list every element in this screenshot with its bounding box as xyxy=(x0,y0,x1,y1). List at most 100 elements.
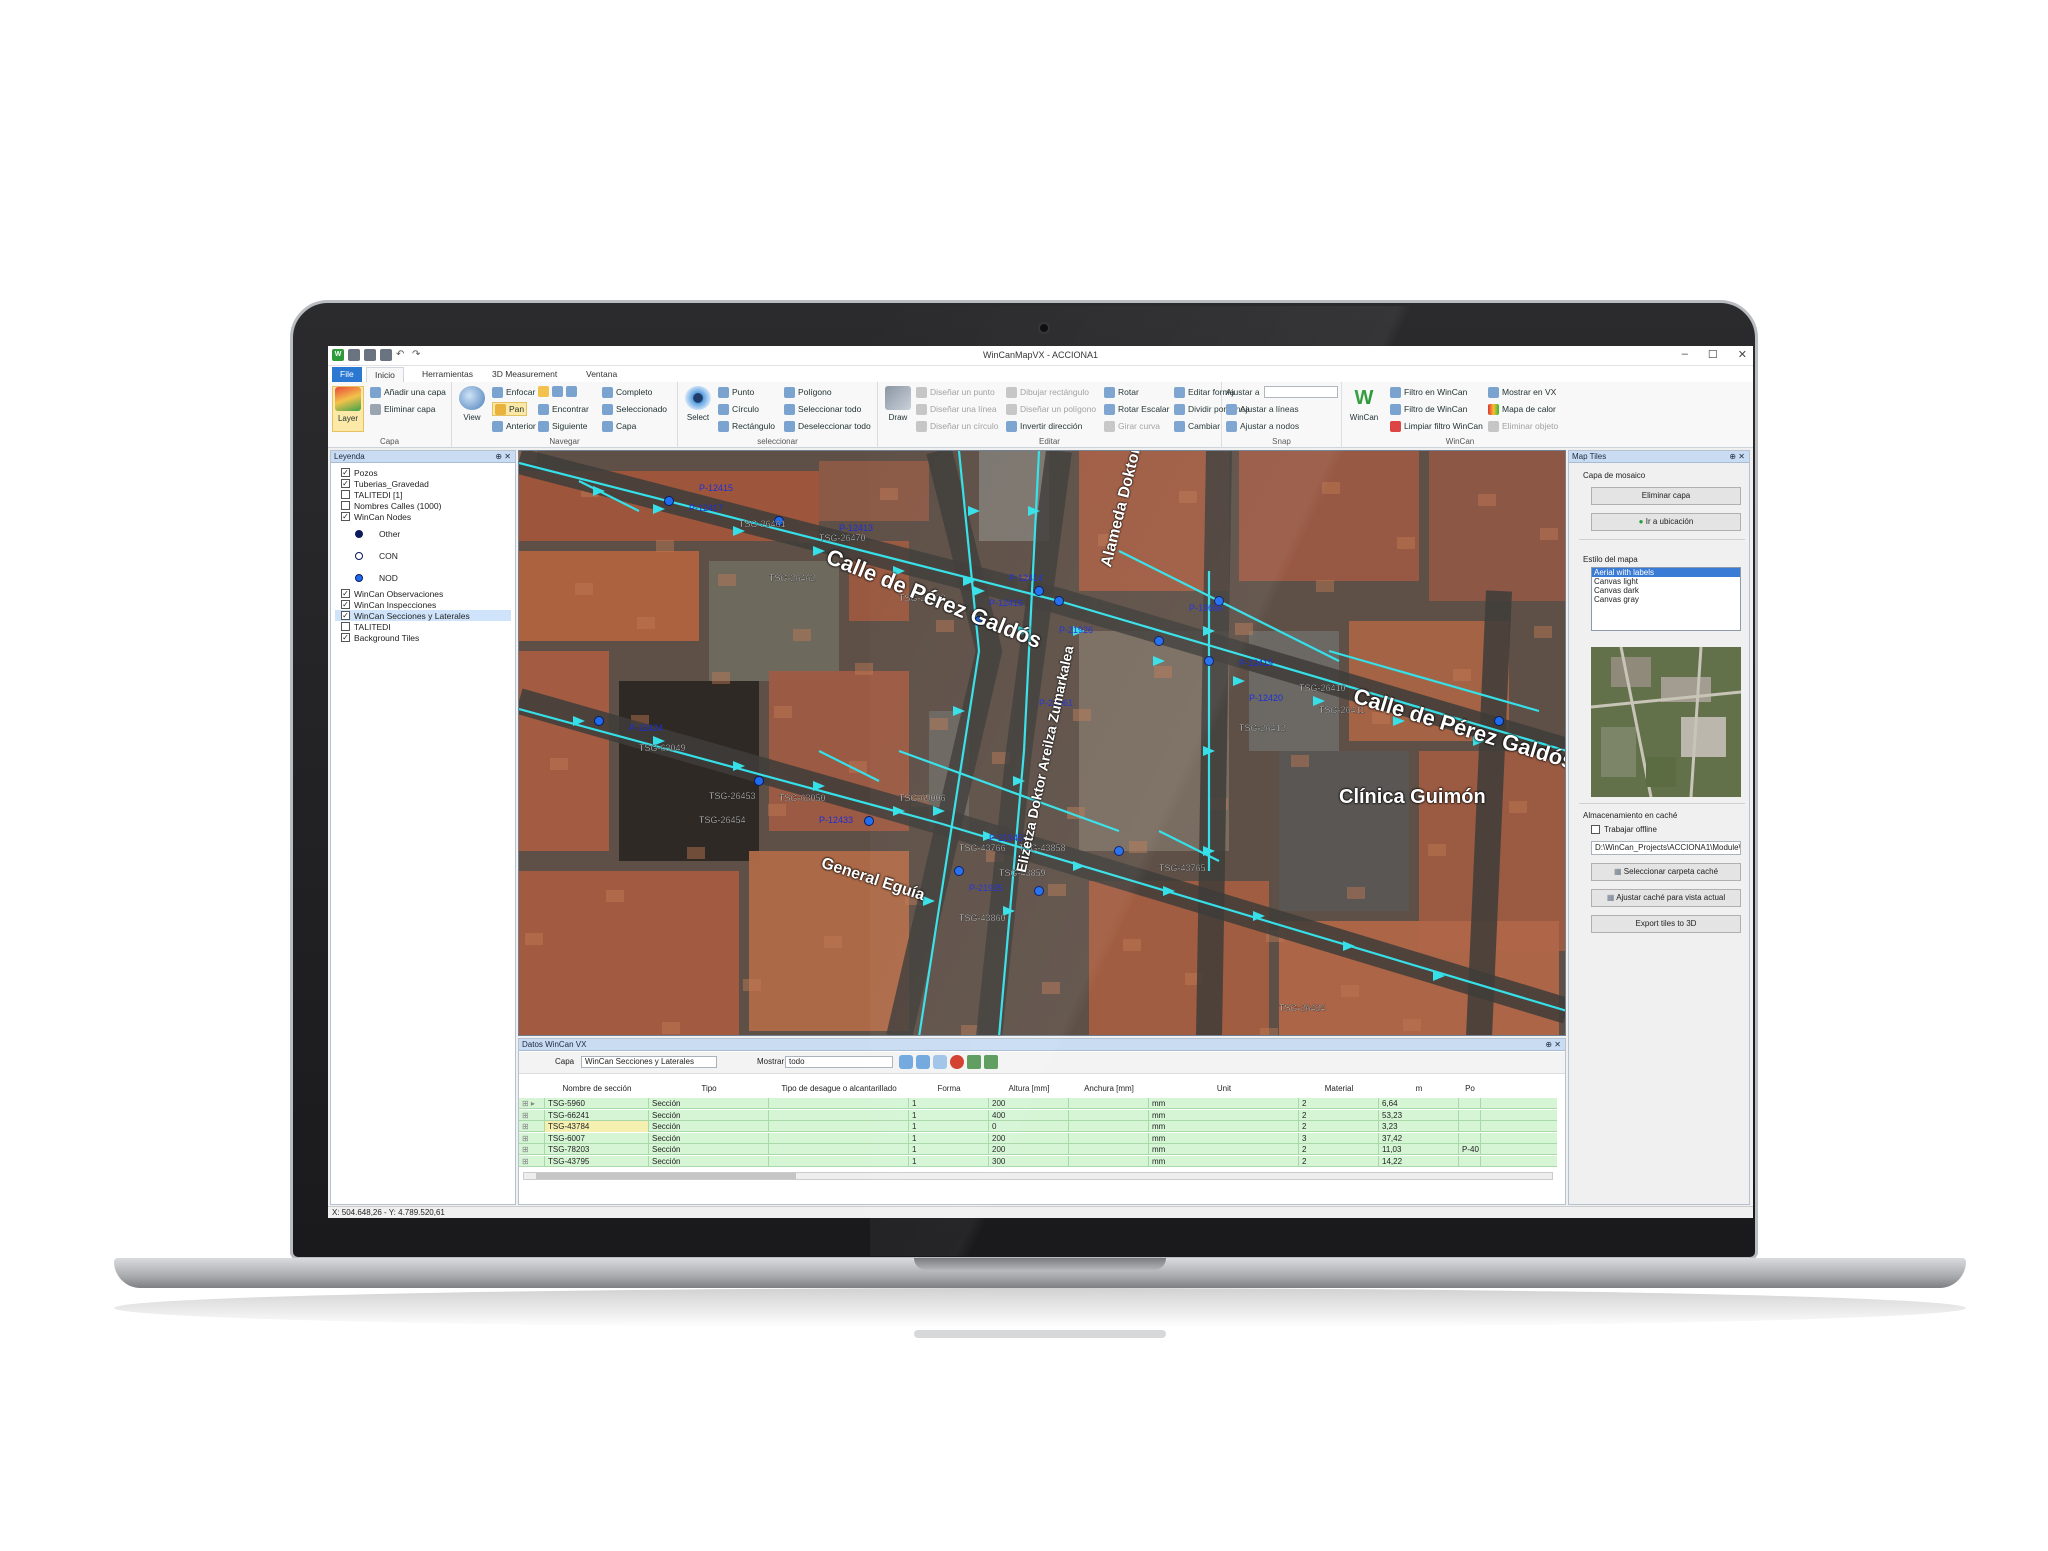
horizontal-scrollbar[interactable] xyxy=(523,1172,1553,1180)
legend-item[interactable]: ✓ Background Tiles xyxy=(341,632,419,643)
legend-checkbox[interactable]: ✓ xyxy=(341,589,350,598)
legend-item[interactable]: ✓ Pozos xyxy=(341,467,378,478)
circulo-button[interactable]: Círculo xyxy=(718,402,759,416)
legend-item[interactable]: ✓ WinCan Observaciones xyxy=(341,588,443,599)
map-view[interactable]: TSG-26461 TSG-26462 TSG-26463 TSG-43858 TSG-… xyxy=(518,450,1566,1036)
column-header[interactable]: Material xyxy=(1299,1084,1379,1096)
legend-item[interactable]: ✓ WinCan Inspecciones xyxy=(341,599,436,610)
table-row[interactable]: ⊞ TSG-43795 Sección 1 300 mm 2 14,22 xyxy=(519,1155,1557,1167)
legend-checkbox[interactable]: ✓ xyxy=(341,468,350,477)
table-icon[interactable] xyxy=(967,1055,981,1069)
highlight-icon[interactable] xyxy=(933,1055,947,1069)
table-row[interactable]: ⊞ TSG-78203 Sección 1 200 mm 2 11,03 P-40 xyxy=(519,1144,1557,1155)
legend-item[interactable]: ✓ WinCan Nodes xyxy=(341,511,411,522)
map-style-option[interactable]: Canvas light xyxy=(1592,577,1740,586)
grid-export-icon[interactable] xyxy=(984,1055,998,1069)
zoom-tools[interactable] xyxy=(538,384,577,398)
mapa-calor-button[interactable]: Mapa de calor xyxy=(1488,402,1556,416)
wincan-button[interactable]: W WinCan xyxy=(1348,386,1380,432)
remove-layer-button[interactable]: Eliminar capa xyxy=(370,402,436,416)
scrollbar-thumb[interactable] xyxy=(536,1173,796,1179)
row-expander-icon[interactable]: ⊞ xyxy=(519,1132,545,1144)
limpiar-filtro-button[interactable]: Limpiar filtro WinCan xyxy=(1390,419,1483,433)
legend-item[interactable]: TALITEDI [1] xyxy=(341,489,403,500)
ir-ubicacion-button[interactable]: ● Ir a ubicación xyxy=(1591,513,1741,531)
minimize-button[interactable]: – xyxy=(1682,348,1688,361)
seleccionar-carpeta-button[interactable]: ▦ Seleccionar carpeta caché xyxy=(1591,863,1741,881)
row-expander-icon[interactable]: ⊞ xyxy=(519,1121,545,1132)
legend-item[interactable]: Other xyxy=(355,528,400,539)
row-expander-icon[interactable]: ⊞ xyxy=(519,1109,545,1121)
row-expander-icon[interactable]: ⊞ xyxy=(519,1155,545,1167)
offline-checkbox[interactable] xyxy=(1591,825,1600,834)
zoom-to-icon[interactable] xyxy=(916,1055,930,1069)
filtro-de-wincan-button[interactable]: Filtro de WinCan xyxy=(1390,402,1467,416)
enfocar-button[interactable]: Enfocar xyxy=(492,385,535,399)
seleccionado-button[interactable]: Seleccionado xyxy=(602,402,667,416)
map-style-option[interactable]: Canvas gray xyxy=(1592,595,1740,604)
disenar-punto-button[interactable]: Diseñar un punto xyxy=(916,385,995,399)
legend-item[interactable]: ✓ WinCan Secciones y Laterales xyxy=(335,610,511,621)
view-button[interactable]: View xyxy=(456,386,488,432)
legend-item[interactable]: TALITEDI xyxy=(341,621,391,632)
tab-inicio[interactable]: Inicio xyxy=(366,367,404,382)
mostrar-dropdown[interactable]: todo xyxy=(785,1056,893,1068)
eliminar-objeto-button[interactable]: Eliminar objeto xyxy=(1488,419,1558,433)
legend-item[interactable]: ✓ Tuberias_Gravedad xyxy=(341,478,429,489)
info-icon[interactable] xyxy=(950,1055,964,1069)
layer-button[interactable]: Layer xyxy=(332,386,364,432)
legend-item[interactable]: CON xyxy=(355,550,398,561)
map-style-list[interactable]: Aerial with labels Canvas light Canvas dar… xyxy=(1591,567,1741,631)
legend-item[interactable]: Nombres Calles (1000) xyxy=(341,500,441,511)
map-style-option[interactable]: Aerial with labels xyxy=(1592,568,1740,577)
offline-checkbox-row[interactable]: Trabajar offline xyxy=(1591,825,1657,834)
column-header[interactable]: Altura [mm] xyxy=(989,1084,1069,1096)
tab-herramientas[interactable]: Herramientas xyxy=(414,367,481,382)
legend-checkbox[interactable] xyxy=(341,490,350,499)
cambiar-button[interactable]: Cambiar xyxy=(1174,419,1220,433)
legend-checkbox[interactable]: ✓ xyxy=(341,479,350,488)
zoom-capa-button[interactable]: Capa xyxy=(602,419,636,433)
rotar-escalar-button[interactable]: Rotar Escalar xyxy=(1104,402,1170,416)
panel-pin-close-icon[interactable]: ⊕ ✕ xyxy=(1545,1039,1561,1051)
column-header[interactable]: Nombre de sección xyxy=(545,1084,649,1096)
column-header[interactable]: Po xyxy=(1459,1084,1481,1096)
disenar-circulo-button[interactable]: Diseñar un círculo xyxy=(916,419,999,433)
map-style-option[interactable]: Canvas dark xyxy=(1592,586,1740,595)
close-button[interactable]: ✕ xyxy=(1738,348,1747,361)
tab-3d-measurement[interactable]: 3D Measurement xyxy=(484,367,565,382)
column-header[interactable]: Unit xyxy=(1149,1084,1299,1096)
column-header[interactable]: Tipo xyxy=(649,1084,769,1096)
table-row[interactable]: ⊞ TSG-66241 Sección 1 400 mm 2 53,23 xyxy=(519,1109,1557,1121)
girar-curva-button[interactable]: Girar curva xyxy=(1104,419,1160,433)
column-header[interactable]: Tipo de desague o alcantarillado xyxy=(769,1084,909,1096)
tab-file[interactable]: File xyxy=(332,367,362,382)
completo-button[interactable]: Completo xyxy=(602,385,652,399)
add-layer-button[interactable]: Añadir una capa xyxy=(370,385,446,399)
column-header[interactable]: Forma xyxy=(909,1084,989,1096)
legend-checkbox[interactable]: ✓ xyxy=(341,611,350,620)
panel-pin-close-icon[interactable]: ⊕ ✕ xyxy=(1729,451,1745,463)
punto-button[interactable]: Punto xyxy=(718,385,754,399)
anterior-button[interactable]: Anterior xyxy=(492,419,536,433)
eliminar-capa-button[interactable]: Eliminar capa xyxy=(1591,487,1741,505)
legend-checkbox[interactable] xyxy=(341,501,350,510)
poligono-button[interactable]: Polígono xyxy=(784,385,832,399)
legend-item[interactable]: NOD xyxy=(355,572,398,583)
row-expander-icon[interactable]: ⊞ ▸ xyxy=(519,1098,545,1109)
deselect-all-button[interactable]: Deseleccionar todo xyxy=(784,419,871,433)
cache-path-field[interactable]: D:\WinCan_Projects\ACCIONA1\Module\ xyxy=(1591,841,1741,855)
tab-ventana[interactable]: Ventana xyxy=(578,367,625,382)
draw-button[interactable]: Draw xyxy=(882,386,914,432)
encontrar-button[interactable]: Encontrar xyxy=(538,402,589,416)
table-row[interactable]: ⊞ TSG-6007 Sección 1 200 mm 3 37,42 xyxy=(519,1132,1557,1144)
mostrar-vx-button[interactable]: Mostrar en VX xyxy=(1488,385,1556,399)
row-expander-icon[interactable]: ⊞ xyxy=(519,1144,545,1155)
invertir-button[interactable]: Invertir dirección xyxy=(1006,419,1082,433)
filtro-en-wincan-button[interactable]: Filtro en WinCan xyxy=(1390,385,1467,399)
capa-dropdown[interactable]: WinCan Secciones y Laterales xyxy=(581,1056,717,1068)
legend-checkbox[interactable]: ✓ xyxy=(341,633,350,642)
ajustar-a-dropdown[interactable] xyxy=(1264,386,1338,398)
table-row[interactable]: ⊞ TSG-43784 Sección 1 0 mm 2 3,23 xyxy=(519,1121,1557,1132)
column-header[interactable]: m xyxy=(1379,1084,1459,1096)
